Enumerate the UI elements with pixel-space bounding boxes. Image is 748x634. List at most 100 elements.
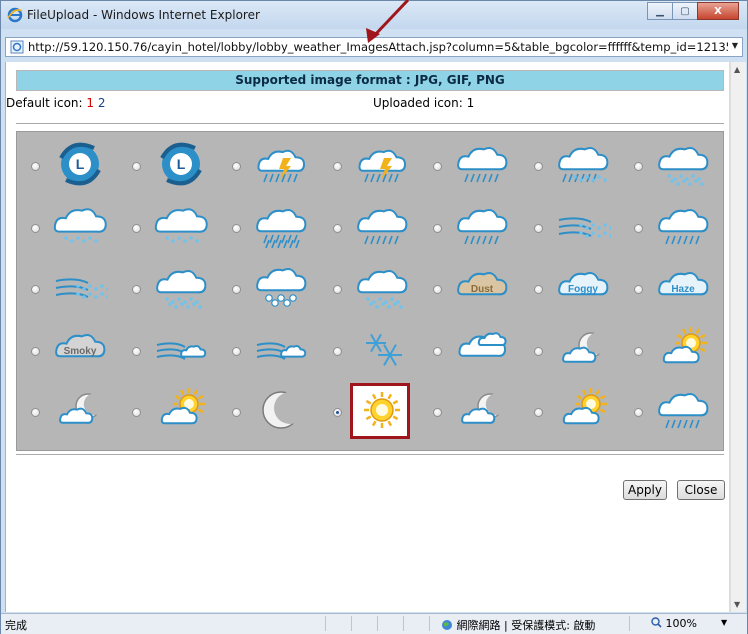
- icon-cell[interactable]: [522, 382, 622, 444]
- icon-radio[interactable]: [232, 408, 241, 417]
- icon-cell[interactable]: Foggy: [522, 259, 622, 321]
- cloudy-icon[interactable]: [454, 325, 510, 377]
- cloud-heavy-rain-icon[interactable]: [253, 202, 309, 254]
- scroll-down-icon[interactable]: ▼: [734, 600, 740, 609]
- foggy-icon[interactable]: Foggy: [555, 263, 611, 315]
- icon-cell[interactable]: L: [120, 136, 220, 198]
- default-icon-page-2[interactable]: 2: [98, 96, 106, 110]
- icon-cell[interactable]: [19, 259, 119, 321]
- icon-radio[interactable]: [533, 408, 543, 417]
- icon-cell[interactable]: [220, 259, 320, 321]
- sun-cloud-icon[interactable]: [153, 386, 209, 438]
- icon-cell[interactable]: [19, 382, 119, 444]
- icon-radio[interactable]: [332, 223, 342, 233]
- icon-radio[interactable]: [634, 223, 643, 233]
- icon-radio[interactable]: [433, 285, 442, 294]
- icon-cell[interactable]: [421, 321, 521, 383]
- icon-radio[interactable]: [131, 162, 141, 171]
- cloud-rain-icon[interactable]: [655, 202, 711, 254]
- icon-cell[interactable]: [622, 382, 722, 444]
- cloud-drizzle-icon[interactable]: [52, 202, 108, 254]
- address-dropdown-icon[interactable]: ▼: [732, 41, 738, 50]
- icon-cell[interactable]: [220, 136, 320, 198]
- icon-radio[interactable]: [433, 408, 442, 417]
- smoky-icon[interactable]: Smoky: [52, 325, 108, 377]
- cloud-drizzle-icon[interactable]: [153, 202, 209, 254]
- icon-cell[interactable]: [421, 382, 521, 444]
- sun-icon[interactable]: [354, 386, 410, 438]
- icon-radio[interactable]: [232, 285, 241, 294]
- close-button[interactable]: Close: [677, 480, 725, 500]
- cloud-snow-icon[interactable]: [655, 140, 711, 192]
- icon-cell[interactable]: [19, 198, 119, 260]
- minimize-button[interactable]: ▁: [647, 2, 673, 20]
- vertical-scrollbar[interactable]: ▲ ▼: [730, 62, 746, 612]
- icon-radio[interactable]: [533, 223, 543, 233]
- icon-radio[interactable]: [433, 223, 442, 233]
- hurricane-icon[interactable]: L: [153, 140, 209, 192]
- icon-radio[interactable]: [131, 285, 141, 294]
- icon-cell[interactable]: [421, 198, 521, 260]
- icon-cell[interactable]: [522, 321, 622, 383]
- icon-cell[interactable]: [622, 321, 722, 383]
- thunderstorm-rain-icon[interactable]: [354, 140, 410, 192]
- windy-icon[interactable]: [253, 325, 309, 377]
- icon-radio[interactable]: [332, 285, 342, 294]
- icon-cell[interactable]: [120, 198, 220, 260]
- scroll-up-icon[interactable]: ▲: [734, 65, 740, 74]
- icon-cell[interactable]: [522, 136, 622, 198]
- icon-radio[interactable]: [232, 162, 241, 171]
- icon-radio[interactable]: [533, 346, 543, 356]
- icon-cell[interactable]: [120, 321, 220, 383]
- icon-radio[interactable]: [332, 162, 342, 171]
- url-text[interactable]: http://59.120.150.76/cayin_hotel/lobby/l…: [28, 40, 728, 54]
- security-zone[interactable]: 網際網路 | 受保護模式: 啟動: [441, 617, 595, 633]
- icon-cell[interactable]: [622, 198, 722, 260]
- close-window-button[interactable]: X: [697, 2, 739, 20]
- icon-radio[interactable]: [634, 408, 643, 417]
- sun-cloud-icon[interactable]: [655, 325, 711, 377]
- icon-radio[interactable]: [533, 162, 543, 171]
- icon-cell[interactable]: [120, 259, 220, 321]
- icon-radio[interactable]: [232, 346, 241, 356]
- dust-icon[interactable]: Dust: [454, 263, 510, 315]
- icon-radio[interactable]: [31, 162, 40, 171]
- cloud-rain-icon[interactable]: [454, 140, 510, 192]
- moon-cloud-icon[interactable]: [555, 325, 611, 377]
- thunderstorm-rain-icon[interactable]: [253, 140, 309, 192]
- icon-radio[interactable]: [31, 408, 40, 417]
- icon-radio[interactable]: [634, 346, 643, 356]
- icon-radio[interactable]: [31, 285, 40, 294]
- icon-cell[interactable]: [220, 321, 320, 383]
- icon-radio[interactable]: [634, 285, 643, 294]
- icon-cell[interactable]: [220, 198, 320, 260]
- hurricane-icon[interactable]: L: [52, 140, 108, 192]
- icon-radio[interactable]: [433, 162, 442, 171]
- address-bar[interactable]: http://59.120.150.76/cayin_hotel/lobby/l…: [5, 37, 743, 57]
- icon-radio[interactable]: [332, 346, 342, 356]
- icon-radio[interactable]: [131, 408, 141, 417]
- icon-radio[interactable]: [131, 223, 141, 233]
- haze-icon[interactable]: Haze: [655, 263, 711, 315]
- snowflake-icon[interactable]: [354, 325, 410, 377]
- icon-cell[interactable]: [622, 136, 722, 198]
- icon-radio[interactable]: [332, 408, 342, 417]
- icon-radio[interactable]: [433, 346, 442, 356]
- cloud-snow-icon[interactable]: [354, 263, 410, 315]
- cloud-rain-icon[interactable]: [354, 202, 410, 254]
- moon-cloud-icon[interactable]: [454, 386, 510, 438]
- cloud-rain-icon[interactable]: [655, 386, 711, 438]
- icon-cell[interactable]: [321, 259, 421, 321]
- icon-cell[interactable]: [321, 198, 421, 260]
- icon-radio[interactable]: [31, 346, 40, 356]
- title-bar[interactable]: FileUpload - Windows Internet Explorer ▁…: [1, 1, 747, 29]
- icon-cell[interactable]: Dust: [421, 259, 521, 321]
- zoom-level[interactable]: 100%: [651, 617, 697, 630]
- icon-radio[interactable]: [533, 285, 543, 294]
- icon-cell[interactable]: [321, 382, 421, 444]
- zoom-dropdown-icon[interactable]: ▼: [721, 618, 727, 627]
- icon-cell[interactable]: Haze: [622, 259, 722, 321]
- wind-snow-icon[interactable]: [555, 202, 611, 254]
- maximize-button[interactable]: ▢: [672, 2, 698, 20]
- icon-radio[interactable]: [31, 223, 40, 233]
